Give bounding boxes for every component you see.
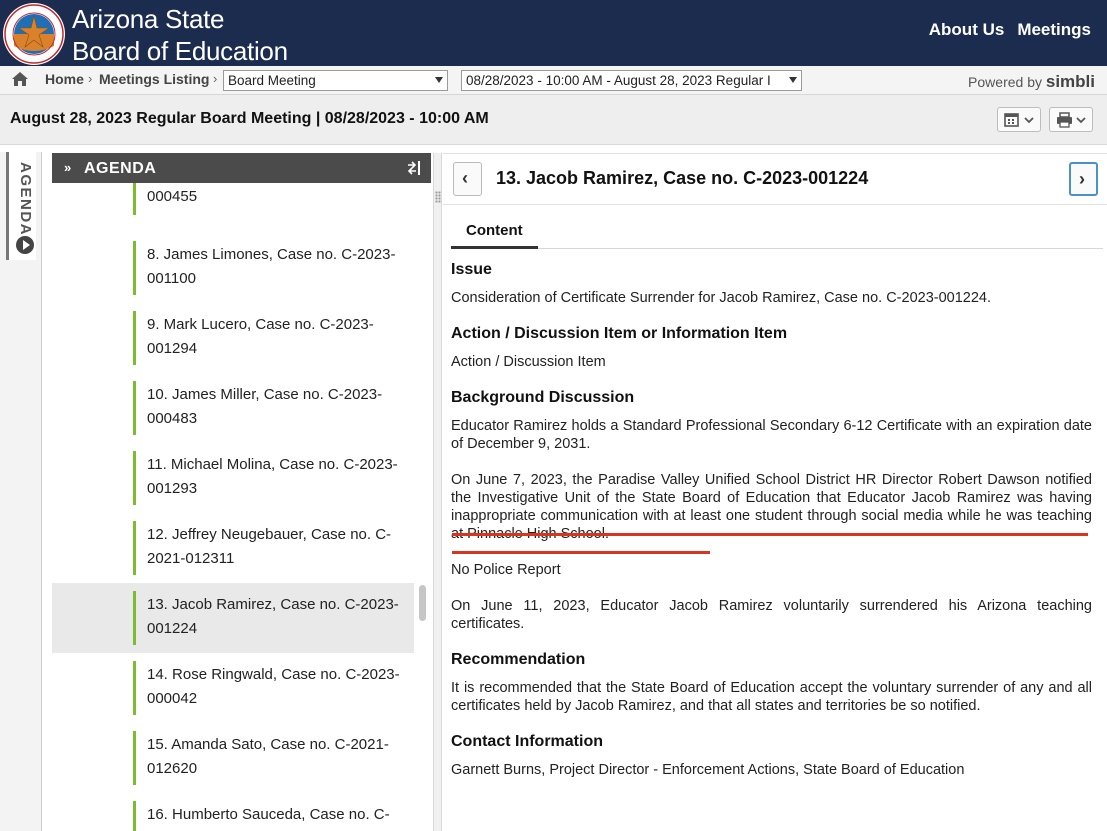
recommendation-text: It is recommended that the State Board o… bbox=[451, 680, 1092, 714]
agenda-item-marker bbox=[133, 591, 136, 645]
background-text-3: No Police Report bbox=[451, 562, 561, 578]
agenda-item-label: 15. Amanda Sato, Case no. C-2021-012620 bbox=[147, 736, 389, 777]
agenda-item-marker bbox=[133, 731, 136, 785]
powered-by-label: Powered by bbox=[968, 74, 1042, 90]
agenda-item[interactable]: 000455 bbox=[52, 183, 414, 223]
agenda-item-marker bbox=[133, 801, 136, 831]
item-header: ‹ 13. Jacob Ramirez, Case no. C-2023-001… bbox=[443, 153, 1107, 205]
action-text: Action / Discussion Item bbox=[451, 354, 606, 370]
printer-icon bbox=[1057, 112, 1086, 128]
issue-heading: Issue bbox=[451, 261, 492, 278]
agenda-item[interactable]: 9. Mark Lucero, Case no. C-2023-001294 bbox=[52, 303, 414, 373]
breadcrumb-bar: Home › Meetings Listing › Board Meeting … bbox=[0, 66, 1107, 95]
agenda-item-marker bbox=[133, 451, 136, 505]
agenda-scrollbar-thumb[interactable] bbox=[419, 585, 426, 621]
agenda-item-label: 16. Humberto Sauceda, Case no. C-2023-00… bbox=[147, 806, 390, 831]
agenda-item-marker bbox=[133, 183, 136, 215]
agenda-item-marker bbox=[133, 311, 136, 365]
site-brand[interactable]: Arizona State Board of Education bbox=[72, 3, 288, 67]
breadcrumb-home[interactable]: Home bbox=[45, 71, 84, 87]
contact-heading: Contact Information bbox=[451, 733, 603, 750]
agenda-item-content: ‹ 13. Jacob Ramirez, Case no. C-2023-001… bbox=[443, 153, 1107, 831]
background-text-1: Educator Ramirez holds a Standard Profes… bbox=[451, 418, 1092, 452]
item-title: 13. Jacob Ramirez, Case no. C-2023-00122… bbox=[496, 168, 869, 188]
double-chevron-down-icon[interactable]: » bbox=[64, 160, 71, 175]
background-heading: Background Discussion bbox=[451, 389, 635, 406]
agenda-item[interactable]: 12. Jeffrey Neugebauer, Case no. C-2021-… bbox=[52, 513, 414, 583]
agenda-item[interactable]: 15. Amanda Sato, Case no. C-2021-012620 bbox=[52, 723, 414, 793]
agenda-item-marker bbox=[133, 381, 136, 435]
agenda-heading: AGENDA bbox=[84, 160, 157, 177]
agenda-item-marker bbox=[133, 241, 136, 295]
breadcrumb-separator: › bbox=[213, 71, 218, 86]
nav-meetings[interactable]: Meetings bbox=[1017, 20, 1091, 40]
dropdown-arrow-icon bbox=[435, 77, 443, 83]
agenda-side-tab-label: AGENDA bbox=[17, 162, 34, 237]
agenda-item[interactable]: 8. James Limones, Case no. C-2023-001100 bbox=[52, 233, 414, 303]
site-header: Arizona State Board of Education About U… bbox=[0, 0, 1107, 66]
brand-line-2: Board of Education bbox=[72, 36, 288, 66]
agenda-item-marker bbox=[133, 661, 136, 715]
meeting-select[interactable]: 08/28/2023 - 10:00 AM - August 28, 2023 … bbox=[461, 70, 802, 91]
drag-grip-icon[interactable] bbox=[435, 191, 441, 203]
agenda-item[interactable]: 11. Michael Molina, Case no. C-2023-0012… bbox=[52, 443, 414, 513]
powered-by: Powered by simbli bbox=[968, 72, 1095, 92]
agenda-item-label: 9. Mark Lucero, Case no. C-2023-001294 bbox=[147, 316, 374, 357]
panel-splitter[interactable] bbox=[433, 153, 442, 831]
home-icon[interactable] bbox=[11, 71, 29, 87]
issue-text: Consideration of Certificate Surrender f… bbox=[451, 290, 991, 306]
agenda-panel: » AGENDA 000455 8. James Limones, Case no… bbox=[52, 153, 431, 831]
item-body: Issue Consideration of Certificate Surre… bbox=[451, 261, 1092, 797]
recommendation-heading: Recommendation bbox=[451, 651, 586, 668]
calendar-menu-button[interactable] bbox=[997, 107, 1041, 132]
previous-item-button[interactable]: ‹ bbox=[453, 162, 482, 196]
agenda-scrollbar[interactable] bbox=[414, 183, 431, 831]
agenda-item-label: 12. Jeffrey Neugebauer, Case no. C-2021-… bbox=[147, 526, 392, 567]
agenda-item[interactable]: 10. James Miller, Case no. C-2023-000483 bbox=[52, 373, 414, 443]
meeting-type-select-value: Board Meeting bbox=[228, 73, 316, 88]
agenda-item-label: 10. James Miller, Case no. C-2023-000483 bbox=[147, 386, 383, 427]
contact-text: Garnett Burns, Project Director - Enforc… bbox=[451, 762, 965, 778]
agenda-item-marker bbox=[133, 521, 136, 575]
annotation-underline bbox=[452, 533, 1088, 536]
agenda-panel-header: » AGENDA bbox=[52, 153, 431, 183]
agenda-item-label: 11. Michael Molina, Case no. C-2023-0012… bbox=[147, 456, 398, 497]
item-tabs: Content bbox=[451, 215, 1103, 249]
next-item-button[interactable]: › bbox=[1069, 162, 1098, 196]
meeting-title: August 28, 2023 Regular Board Meeting | … bbox=[10, 110, 489, 127]
play-circle-icon[interactable] bbox=[16, 236, 34, 254]
agenda-list[interactable]: 000455 8. James Limones, Case no. C-2023-… bbox=[52, 183, 414, 831]
agenda-side-tab: AGENDA bbox=[0, 152, 42, 831]
breadcrumb-meetings-listing[interactable]: Meetings Listing bbox=[99, 71, 209, 87]
brand-line-1: Arizona State bbox=[72, 4, 225, 34]
background-text-4: On June 11, 2023, Educator Jacob Ramirez… bbox=[451, 598, 1092, 632]
print-menu-button[interactable] bbox=[1049, 107, 1093, 132]
agenda-item-label: 14. Rose Ringwald, Case no. C-2023-00004… bbox=[147, 666, 400, 707]
agenda-item-label: 000455 bbox=[147, 188, 198, 205]
agenda-toggle-tab[interactable]: AGENDA bbox=[6, 152, 36, 260]
nav-about-us[interactable]: About Us bbox=[929, 20, 1005, 40]
tab-content[interactable]: Content bbox=[451, 215, 538, 249]
collapse-panel-icon[interactable] bbox=[407, 160, 421, 176]
meeting-type-select[interactable]: Board Meeting bbox=[223, 70, 448, 91]
state-seal-logo[interactable] bbox=[2, 2, 66, 66]
annotation-underline bbox=[452, 551, 710, 554]
agenda-item[interactable]: 13. Jacob Ramirez, Case no. C-2023-00122… bbox=[52, 583, 414, 653]
dropdown-arrow-icon bbox=[789, 77, 797, 83]
meeting-title-bar: August 28, 2023 Regular Board Meeting | … bbox=[0, 95, 1107, 145]
calendar-icon bbox=[1004, 113, 1034, 127]
top-nav: About Us Meetings bbox=[929, 20, 1091, 40]
simbli-logo[interactable]: simbli bbox=[1046, 72, 1095, 91]
chevron-right-icon: › bbox=[1079, 169, 1085, 189]
meeting-select-value: 08/28/2023 - 10:00 AM - August 28, 2023 … bbox=[466, 73, 771, 88]
breadcrumb-separator: › bbox=[88, 71, 93, 86]
action-heading: Action / Discussion Item or Information … bbox=[451, 325, 788, 342]
agenda-item-label: 13. Jacob Ramirez, Case no. C-2023-00122… bbox=[147, 596, 399, 637]
chevron-left-icon: ‹ bbox=[462, 168, 468, 188]
agenda-item[interactable]: 14. Rose Ringwald, Case no. C-2023-00004… bbox=[52, 653, 414, 723]
agenda-item-label: 8. James Limones, Case no. C-2023-001100 bbox=[147, 246, 396, 287]
agenda-item[interactable]: 16. Humberto Sauceda, Case no. C-2023-00… bbox=[52, 793, 414, 831]
